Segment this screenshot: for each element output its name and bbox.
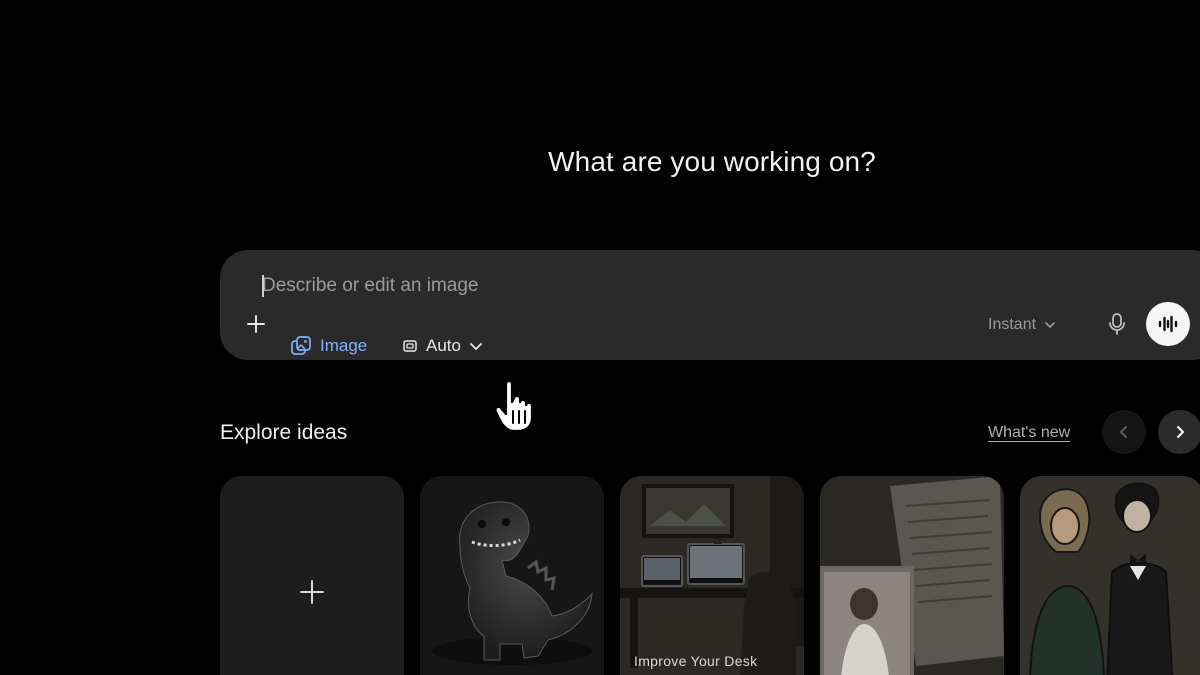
chevron-down-icon — [470, 343, 482, 350]
carousel-next-button[interactable] — [1158, 410, 1200, 454]
hand-pointer-icon — [494, 379, 534, 433]
explore-ideas-title: Explore ideas — [220, 421, 348, 444]
plus-icon — [247, 315, 265, 333]
prompt-composer[interactable]: Image Auto Instant — [220, 250, 1200, 360]
aspect-ratio-dropdown[interactable]: Auto — [402, 334, 483, 358]
page-heading: What are you working on? — [548, 146, 876, 177]
couple-sketch-image — [1020, 476, 1200, 675]
chevron-right-icon — [1176, 425, 1185, 439]
page: What are you working on? Image Auto — [0, 0, 1200, 675]
voice-waveform-icon — [1158, 315, 1178, 333]
voice-mode-button[interactable] — [1146, 302, 1190, 346]
create-idea-card[interactable] — [220, 476, 404, 675]
aspect-ratio-label: Auto — [426, 336, 461, 355]
idea-card-notes-photo[interactable] — [820, 476, 1004, 675]
idea-card-couple-sketch[interactable] — [1020, 476, 1200, 675]
carousel-prev-button[interactable] — [1102, 410, 1146, 454]
notes-and-photo-image — [820, 476, 1004, 675]
plus-icon — [300, 580, 324, 604]
image-icon — [291, 336, 311, 355]
dinosaur-figurine-image — [432, 501, 593, 665]
card-label: Improve Your Desk — [634, 653, 758, 669]
add-attachment-button[interactable] — [242, 310, 270, 338]
chevron-down-icon — [1045, 322, 1055, 328]
prompt-input[interactable] — [262, 272, 762, 300]
idea-card-dinosaur[interactable] — [420, 476, 604, 675]
aspect-ratio-icon — [403, 340, 417, 352]
desk-setup-image: Improve Your Desk — [620, 476, 804, 675]
image-mode-chip[interactable]: Image — [290, 334, 367, 358]
dictate-button[interactable] — [1104, 310, 1130, 338]
whats-new-link[interactable]: What's new — [988, 424, 1070, 442]
text-caret — [262, 275, 264, 297]
microphone-icon — [1109, 313, 1125, 335]
model-selector[interactable]: Instant — [988, 313, 1056, 337]
model-label: Instant — [988, 316, 1037, 333]
idea-card-improve-desk[interactable]: Improve Your Desk — [620, 476, 804, 675]
chevron-left-icon — [1120, 426, 1127, 438]
image-chip-label: Image — [320, 336, 368, 355]
